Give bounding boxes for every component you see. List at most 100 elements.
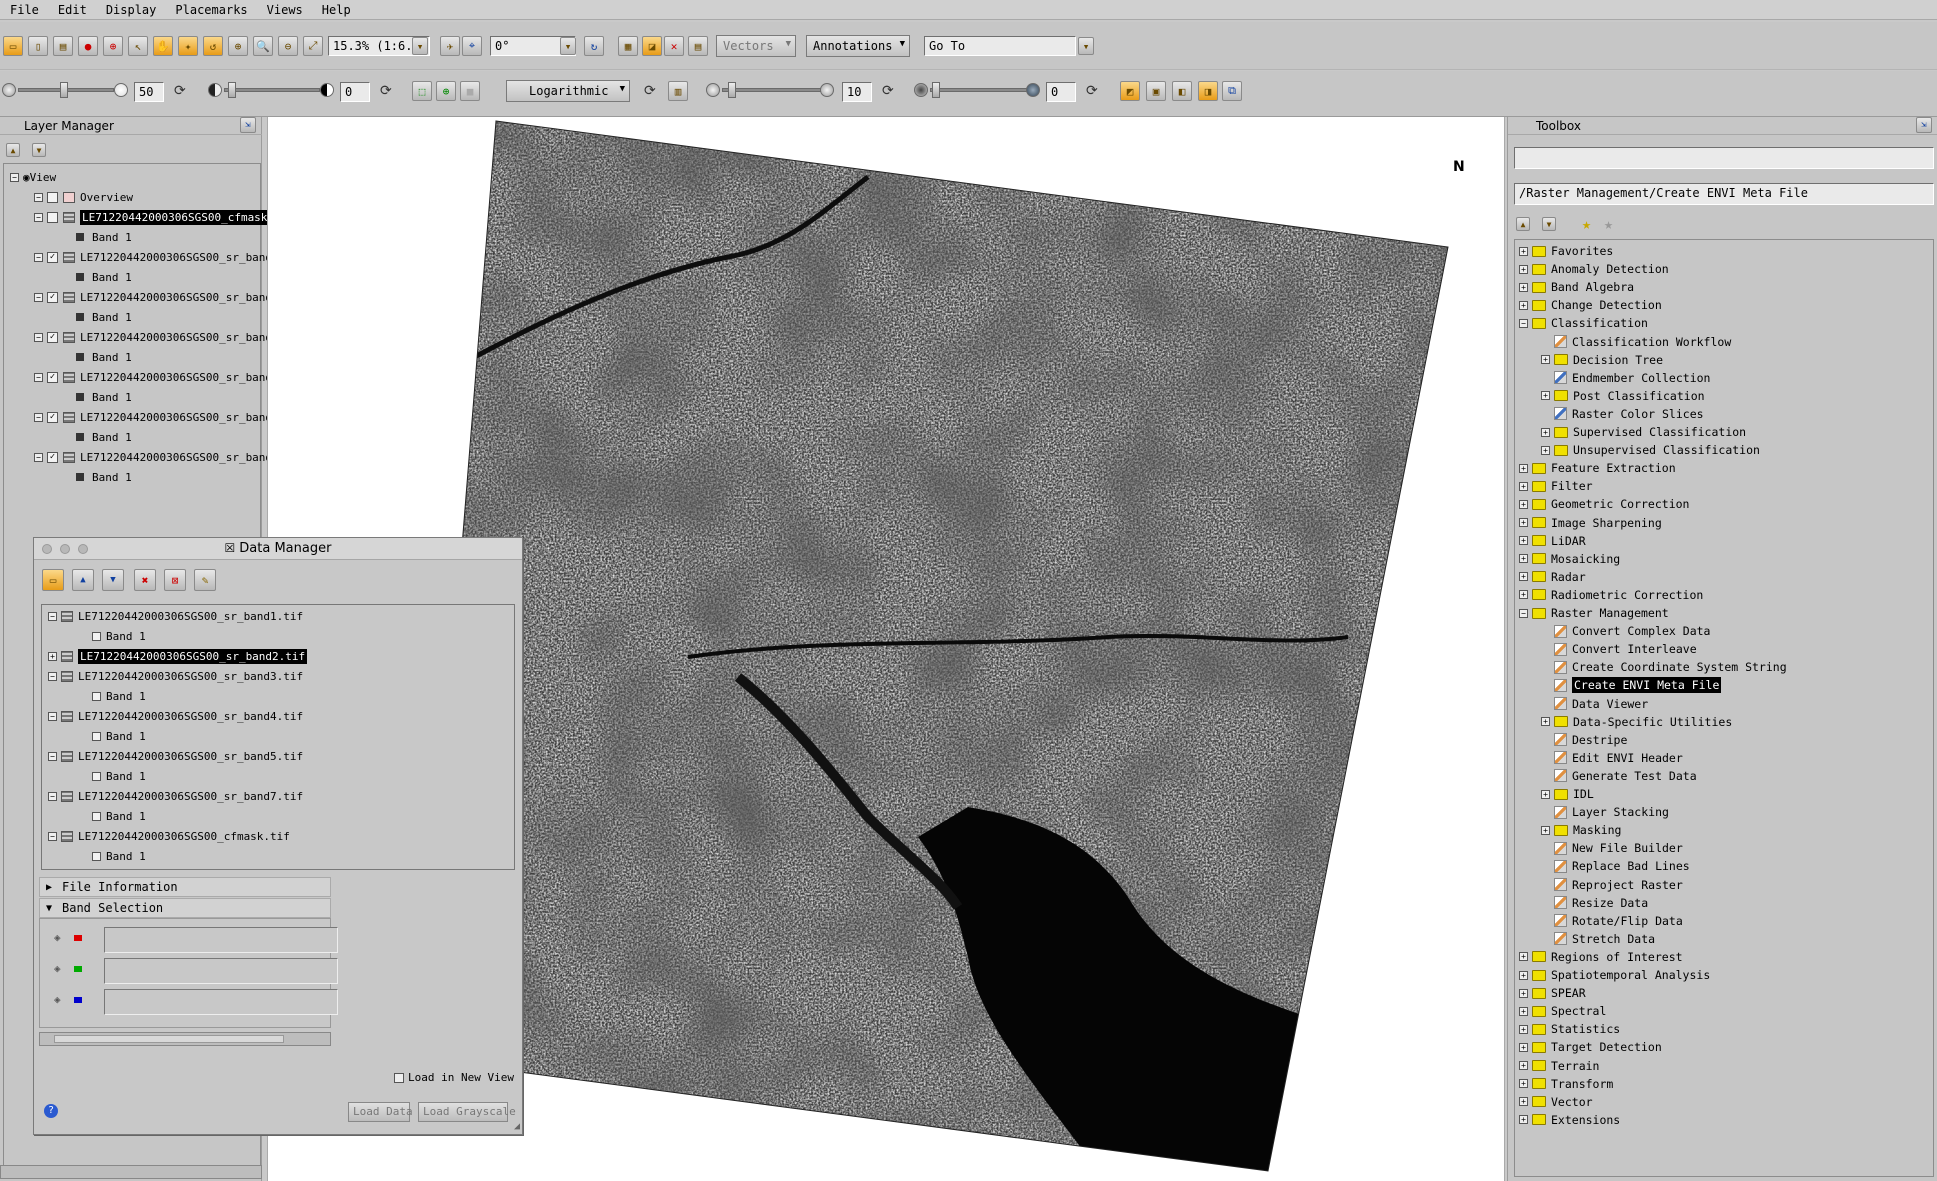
expand-icon[interactable]: + — [1519, 1042, 1528, 1052]
toolbox-item[interactable]: + Target Detection — [1519, 1038, 1662, 1056]
rotate-icon[interactable]: ↺ — [203, 36, 223, 56]
data-file-name[interactable]: LE71220442000306SGS00_sr_band2.tif — [78, 648, 308, 664]
collapse-all-icon[interactable]: ▲ — [1516, 217, 1530, 231]
toolbox-item[interactable]: Replace Bad Lines — [1541, 857, 1690, 875]
open-file-icon[interactable]: ▭ — [3, 36, 23, 56]
rotation-dropdown-arrow[interactable]: ▾ — [560, 37, 576, 55]
vectors-dropdown[interactable]: Vectors ▼ — [716, 35, 796, 57]
expand-icon[interactable]: + — [1541, 445, 1550, 455]
toolbox-search-input[interactable] — [1514, 147, 1934, 169]
data-file-name[interactable]: LE71220442000306SGS00_sr_band5.tif — [78, 750, 303, 763]
view-swipe-icon[interactable]: ◨ — [1198, 81, 1218, 101]
toolbox-item[interactable]: − Raster Management — [1519, 604, 1669, 622]
minimize-window-icon[interactable] — [60, 544, 70, 554]
expand-icon[interactable]: + — [1519, 1061, 1528, 1070]
brightness-input[interactable]: 50 — [134, 82, 164, 102]
toolbox-item[interactable]: Generate Test Data — [1541, 767, 1697, 785]
open-file-icon[interactable]: ▭ — [42, 569, 64, 591]
contrast-slider[interactable] — [224, 88, 320, 92]
blue-band-field[interactable] — [104, 989, 338, 1015]
band-label[interactable]: Band 1 — [92, 351, 132, 364]
select-band-arrow-icon[interactable]: ◈ — [54, 962, 61, 975]
expand-icon[interactable]: + — [1519, 554, 1528, 564]
tree-row[interactable]: Band 1 — [76, 228, 132, 246]
toolbox-item[interactable]: + Anomaly Detection — [1519, 260, 1669, 278]
toolbox-item[interactable]: + Radar — [1519, 568, 1586, 586]
band-label[interactable]: Band 1 — [92, 271, 132, 284]
expand-all-icon[interactable]: ▼ — [1542, 217, 1556, 231]
layer-visibility-checkbox[interactable]: ✓ — [47, 451, 58, 463]
data-file-row[interactable]: + LE71220442000306SGS00_sr_band2.tif — [48, 647, 308, 665]
expand-icon[interactable]: + — [1519, 572, 1528, 582]
load-grayscale-button[interactable]: Load Grayscale — [418, 1102, 516, 1122]
toolbox-item[interactable]: Resize Data — [1541, 894, 1648, 912]
toolbox-item[interactable]: Create Coordinate System String — [1541, 658, 1787, 676]
toolbox-item[interactable]: + Extensions — [1519, 1111, 1620, 1129]
toolbox-item[interactable]: Classification Workflow — [1541, 333, 1731, 351]
toolbox-item[interactable]: + Radiometric Correction — [1519, 586, 1703, 604]
reset-brightness-icon[interactable]: ⟳ — [174, 83, 186, 99]
toolbox-item[interactable]: Create ENVI Meta File — [1541, 676, 1722, 694]
toolbox-item[interactable]: Edit ENVI Header — [1541, 749, 1683, 767]
layer-visibility-checkbox[interactable]: ✓ — [47, 331, 58, 343]
overview-checkbox[interactable] — [47, 191, 58, 203]
collapse-icon[interactable]: − — [48, 791, 57, 801]
green-band-field[interactable] — [104, 958, 338, 984]
layer-name[interactable]: LE71220442000306SGS00_cfmask. — [80, 209, 277, 225]
toolbox-item[interactable]: + Change Detection — [1519, 296, 1662, 314]
expand-icon[interactable]: + — [1519, 264, 1528, 274]
remove-favorite-icon[interactable]: ★ — [1604, 215, 1613, 233]
data-file-row[interactable]: − LE71220442000306SGS00_sr_band7.tif — [48, 787, 303, 805]
toolbox-item[interactable]: + Terrain — [1519, 1057, 1599, 1075]
collapse-icon[interactable]: − — [34, 412, 43, 422]
data-band-row[interactable]: Band 1 — [92, 847, 146, 865]
collapse-icon[interactable]: − — [34, 372, 43, 382]
close-all-files-icon[interactable]: ⊠ — [164, 569, 186, 591]
goto-input[interactable]: Go To — [924, 36, 1076, 56]
view-flicker-icon[interactable]: ◧ — [1172, 81, 1192, 101]
data-band-label[interactable]: Band 1 — [106, 690, 146, 703]
menu-placemarks[interactable]: Placemarks — [165, 3, 256, 17]
scrollbar-thumb[interactable] — [54, 1035, 284, 1043]
add-favorite-icon[interactable]: ★ — [1582, 215, 1591, 233]
data-file-name[interactable]: LE71220442000306SGS00_sr_band1.tif — [78, 610, 303, 623]
zoom-in-icon[interactable]: ⊕ — [228, 36, 248, 56]
data-band-row[interactable]: Band 1 — [92, 727, 146, 745]
menu-views[interactable]: Views — [257, 3, 312, 17]
goto-dropdown-arrow[interactable]: ▾ — [1078, 37, 1094, 55]
zoom-out-icon[interactable]: ⊖ — [278, 36, 298, 56]
tree-row[interactable]: − ✓ LE71220442000306SGS00_sr_band — [34, 448, 272, 466]
expand-icon[interactable]: + — [1519, 536, 1528, 546]
toolbox-item[interactable]: New File Builder — [1541, 839, 1683, 857]
toolbox-item[interactable]: + Band Algebra — [1519, 278, 1634, 296]
transparency-input[interactable]: 0 — [1046, 82, 1076, 102]
band-label[interactable]: Band 1 — [92, 391, 132, 404]
contrast-input[interactable]: 0 — [340, 82, 370, 102]
collapse-icon[interactable]: − — [10, 172, 19, 182]
expand-icon[interactable]: + — [1519, 1097, 1528, 1107]
expand-icon[interactable]: + — [1541, 355, 1550, 365]
expand-icon[interactable]: + — [1519, 1079, 1528, 1089]
band-label[interactable]: Band 1 — [92, 311, 132, 324]
expand-icon[interactable]: + — [1541, 789, 1550, 799]
zoom-dropdown-arrow[interactable]: ▾ — [412, 37, 428, 55]
toolbox-item[interactable]: Endmember Collection — [1541, 369, 1710, 387]
expand-icon[interactable]: + — [1519, 970, 1528, 980]
toolbox-item[interactable]: + Supervised Classification — [1541, 423, 1746, 441]
expand-icon[interactable]: + — [1541, 825, 1550, 835]
sharpen-slider[interactable] — [722, 88, 826, 92]
view-link-icon[interactable]: ⧉ — [1222, 81, 1242, 101]
toolbox-item[interactable]: Stretch Data — [1541, 930, 1655, 948]
data-file-row[interactable]: − LE71220442000306SGS00_cfmask.tif — [48, 827, 290, 845]
data-band-label[interactable]: Band 1 — [106, 850, 146, 863]
toolbox-item[interactable]: + LiDAR — [1519, 532, 1586, 550]
reset-contrast-icon[interactable]: ⟳ — [380, 83, 392, 99]
load-data-button[interactable]: Load Data — [348, 1102, 413, 1122]
tree-row[interactable]: Band 1 — [76, 428, 132, 446]
rotate-view-icon[interactable]: ↻ — [584, 36, 604, 56]
collapse-icon[interactable]: − — [34, 192, 43, 202]
toolbox-item[interactable]: + Decision Tree — [1541, 351, 1663, 369]
toolbox-item[interactable]: Destripe — [1541, 731, 1627, 749]
data-band-row[interactable]: Band 1 — [92, 767, 146, 785]
data-file-row[interactable]: − LE71220442000306SGS00_sr_band3.tif — [48, 667, 303, 685]
